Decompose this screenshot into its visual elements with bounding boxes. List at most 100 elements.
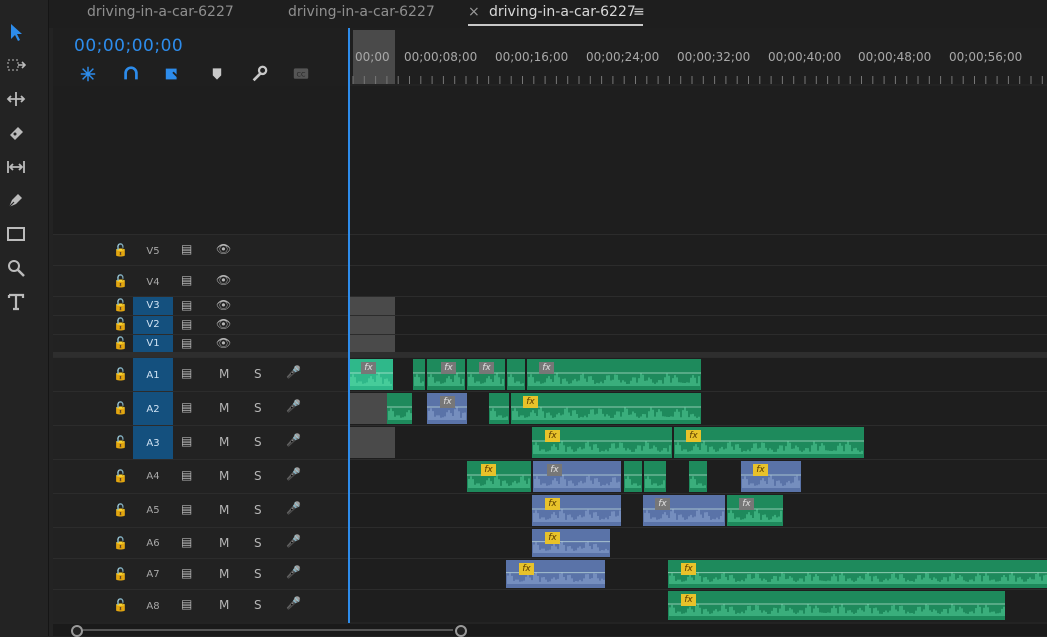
clip[interactable]: fx bbox=[741, 461, 801, 492]
sync-lock-icon[interactable]: ▤ bbox=[181, 597, 192, 611]
track-name[interactable]: V3 bbox=[133, 297, 173, 315]
lock-icon[interactable]: 🔓 bbox=[113, 435, 128, 449]
timeline-settings-icon[interactable] bbox=[249, 64, 269, 84]
clip[interactable]: fx bbox=[349, 359, 393, 390]
sync-lock-icon[interactable]: ▤ bbox=[181, 317, 192, 331]
solo-button[interactable]: S bbox=[254, 469, 262, 483]
microphone-icon[interactable]: 🎤 bbox=[286, 501, 301, 515]
mute-button[interactable]: M bbox=[219, 598, 229, 612]
clip[interactable] bbox=[349, 297, 395, 315]
clip[interactable] bbox=[507, 359, 525, 390]
solo-button[interactable]: S bbox=[254, 536, 262, 550]
clip[interactable] bbox=[624, 461, 642, 492]
track-a5[interactable]: fx fx fx bbox=[349, 493, 1047, 527]
track-name[interactable]: V5 bbox=[133, 246, 173, 257]
clip[interactable]: fx bbox=[727, 495, 783, 526]
lock-icon[interactable]: 🔓 bbox=[113, 243, 128, 257]
track-name[interactable]: A5 bbox=[133, 505, 173, 516]
slip-tool-icon[interactable] bbox=[4, 155, 28, 179]
empty-timeline-area[interactable] bbox=[349, 86, 1047, 234]
lock-icon[interactable]: 🔓 bbox=[113, 503, 128, 517]
timeline-scrollbar[interactable] bbox=[53, 624, 1047, 637]
clip[interactable] bbox=[349, 316, 395, 334]
track-a4[interactable]: fx fx fx bbox=[349, 459, 1047, 493]
clip[interactable]: fx bbox=[674, 427, 864, 458]
sync-lock-icon[interactable]: ▤ bbox=[181, 336, 192, 350]
clip[interactable]: fx bbox=[427, 393, 467, 424]
rectangle-tool-icon[interactable] bbox=[4, 222, 28, 246]
clip[interactable]: fx bbox=[427, 359, 465, 390]
lock-icon[interactable]: 🔓 bbox=[113, 567, 128, 581]
clip[interactable]: fx bbox=[532, 495, 621, 526]
track-v3[interactable] bbox=[349, 296, 1047, 315]
solo-button[interactable]: S bbox=[254, 401, 262, 415]
eye-icon[interactable]: 👁 bbox=[216, 317, 231, 331]
scrollbar-thumb[interactable] bbox=[83, 629, 453, 631]
track-name[interactable]: A1 bbox=[133, 358, 173, 391]
clip[interactable]: fx bbox=[506, 560, 605, 588]
eye-icon[interactable]: 👁 bbox=[216, 336, 231, 350]
scrollbar-right-handle[interactable] bbox=[455, 625, 467, 637]
clip[interactable] bbox=[387, 393, 412, 424]
type-tool-icon[interactable] bbox=[4, 290, 28, 314]
track-name[interactable]: V2 bbox=[133, 316, 173, 334]
razor-tool-icon[interactable] bbox=[4, 121, 28, 145]
mute-button[interactable]: M bbox=[219, 401, 229, 415]
mute-button[interactable]: M bbox=[219, 469, 229, 483]
playhead-timecode[interactable]: 00;00;00;00 bbox=[74, 36, 183, 56]
solo-button[interactable]: S bbox=[254, 503, 262, 517]
sync-lock-icon[interactable]: ▤ bbox=[181, 366, 192, 380]
microphone-icon[interactable]: 🎤 bbox=[286, 596, 301, 610]
sync-lock-icon[interactable]: ▤ bbox=[181, 242, 192, 256]
track-v1[interactable] bbox=[349, 334, 1047, 353]
clip[interactable]: fx bbox=[532, 427, 672, 458]
clip[interactable] bbox=[349, 427, 395, 458]
track-name[interactable]: A3 bbox=[133, 426, 173, 459]
scrollbar-left-handle[interactable] bbox=[71, 625, 83, 637]
solo-button[interactable]: S bbox=[254, 435, 262, 449]
mute-button[interactable]: M bbox=[219, 367, 229, 381]
clip[interactable]: fx bbox=[467, 359, 505, 390]
selection-tool-icon[interactable] bbox=[4, 20, 28, 44]
nest-sequence-icon[interactable] bbox=[78, 64, 98, 84]
clip[interactable] bbox=[413, 359, 425, 390]
microphone-icon[interactable]: 🎤 bbox=[286, 565, 301, 579]
microphone-icon[interactable]: 🎤 bbox=[286, 534, 301, 548]
lock-icon[interactable]: 🔓 bbox=[113, 469, 128, 483]
sync-lock-icon[interactable]: ▤ bbox=[181, 502, 192, 516]
eye-icon[interactable]: 👁 bbox=[216, 242, 231, 256]
ripple-edit-tool-icon[interactable] bbox=[4, 87, 28, 111]
linked-selection-icon[interactable] bbox=[163, 64, 183, 84]
track-name[interactable]: A7 bbox=[133, 569, 173, 580]
track-a6[interactable]: fx bbox=[349, 527, 1047, 558]
clip[interactable] bbox=[349, 393, 387, 424]
sync-lock-icon[interactable]: ▤ bbox=[181, 400, 192, 414]
tab-sequence-2[interactable]: driving-in-a-car-6227 bbox=[288, 4, 435, 20]
clip[interactable] bbox=[644, 461, 666, 492]
sync-lock-icon[interactable]: ▤ bbox=[181, 434, 192, 448]
time-ruler[interactable]: 00;00 00;00;08;00 00;00;16;00 00;00;24;0… bbox=[349, 28, 1047, 84]
lock-icon[interactable]: 🔓 bbox=[113, 401, 128, 415]
zoom-tool-icon[interactable] bbox=[4, 256, 28, 280]
track-name[interactable]: A2 bbox=[133, 392, 173, 425]
clip[interactable]: fx bbox=[668, 560, 1047, 588]
microphone-icon[interactable]: 🎤 bbox=[286, 365, 301, 379]
lock-icon[interactable]: 🔓 bbox=[113, 598, 128, 612]
clip[interactable]: fx bbox=[532, 529, 610, 557]
mute-button[interactable]: M bbox=[219, 503, 229, 517]
pen-tool-icon[interactable] bbox=[4, 188, 28, 212]
add-marker-icon[interactable] bbox=[207, 64, 227, 84]
track-name[interactable]: A8 bbox=[133, 601, 173, 612]
clip[interactable]: fx bbox=[643, 495, 725, 526]
clip[interactable]: fx bbox=[533, 461, 621, 492]
clip[interactable]: fx bbox=[668, 591, 1005, 620]
track-name[interactable]: A6 bbox=[133, 538, 173, 549]
sync-lock-icon[interactable]: ▤ bbox=[181, 468, 192, 482]
clip[interactable]: fx bbox=[511, 393, 701, 424]
track-v2[interactable] bbox=[349, 315, 1047, 334]
clip[interactable] bbox=[489, 393, 509, 424]
sync-lock-icon[interactable]: ▤ bbox=[181, 273, 192, 287]
track-a7[interactable]: fx fx bbox=[349, 558, 1047, 589]
sync-lock-icon[interactable]: ▤ bbox=[181, 535, 192, 549]
mute-button[interactable]: M bbox=[219, 435, 229, 449]
